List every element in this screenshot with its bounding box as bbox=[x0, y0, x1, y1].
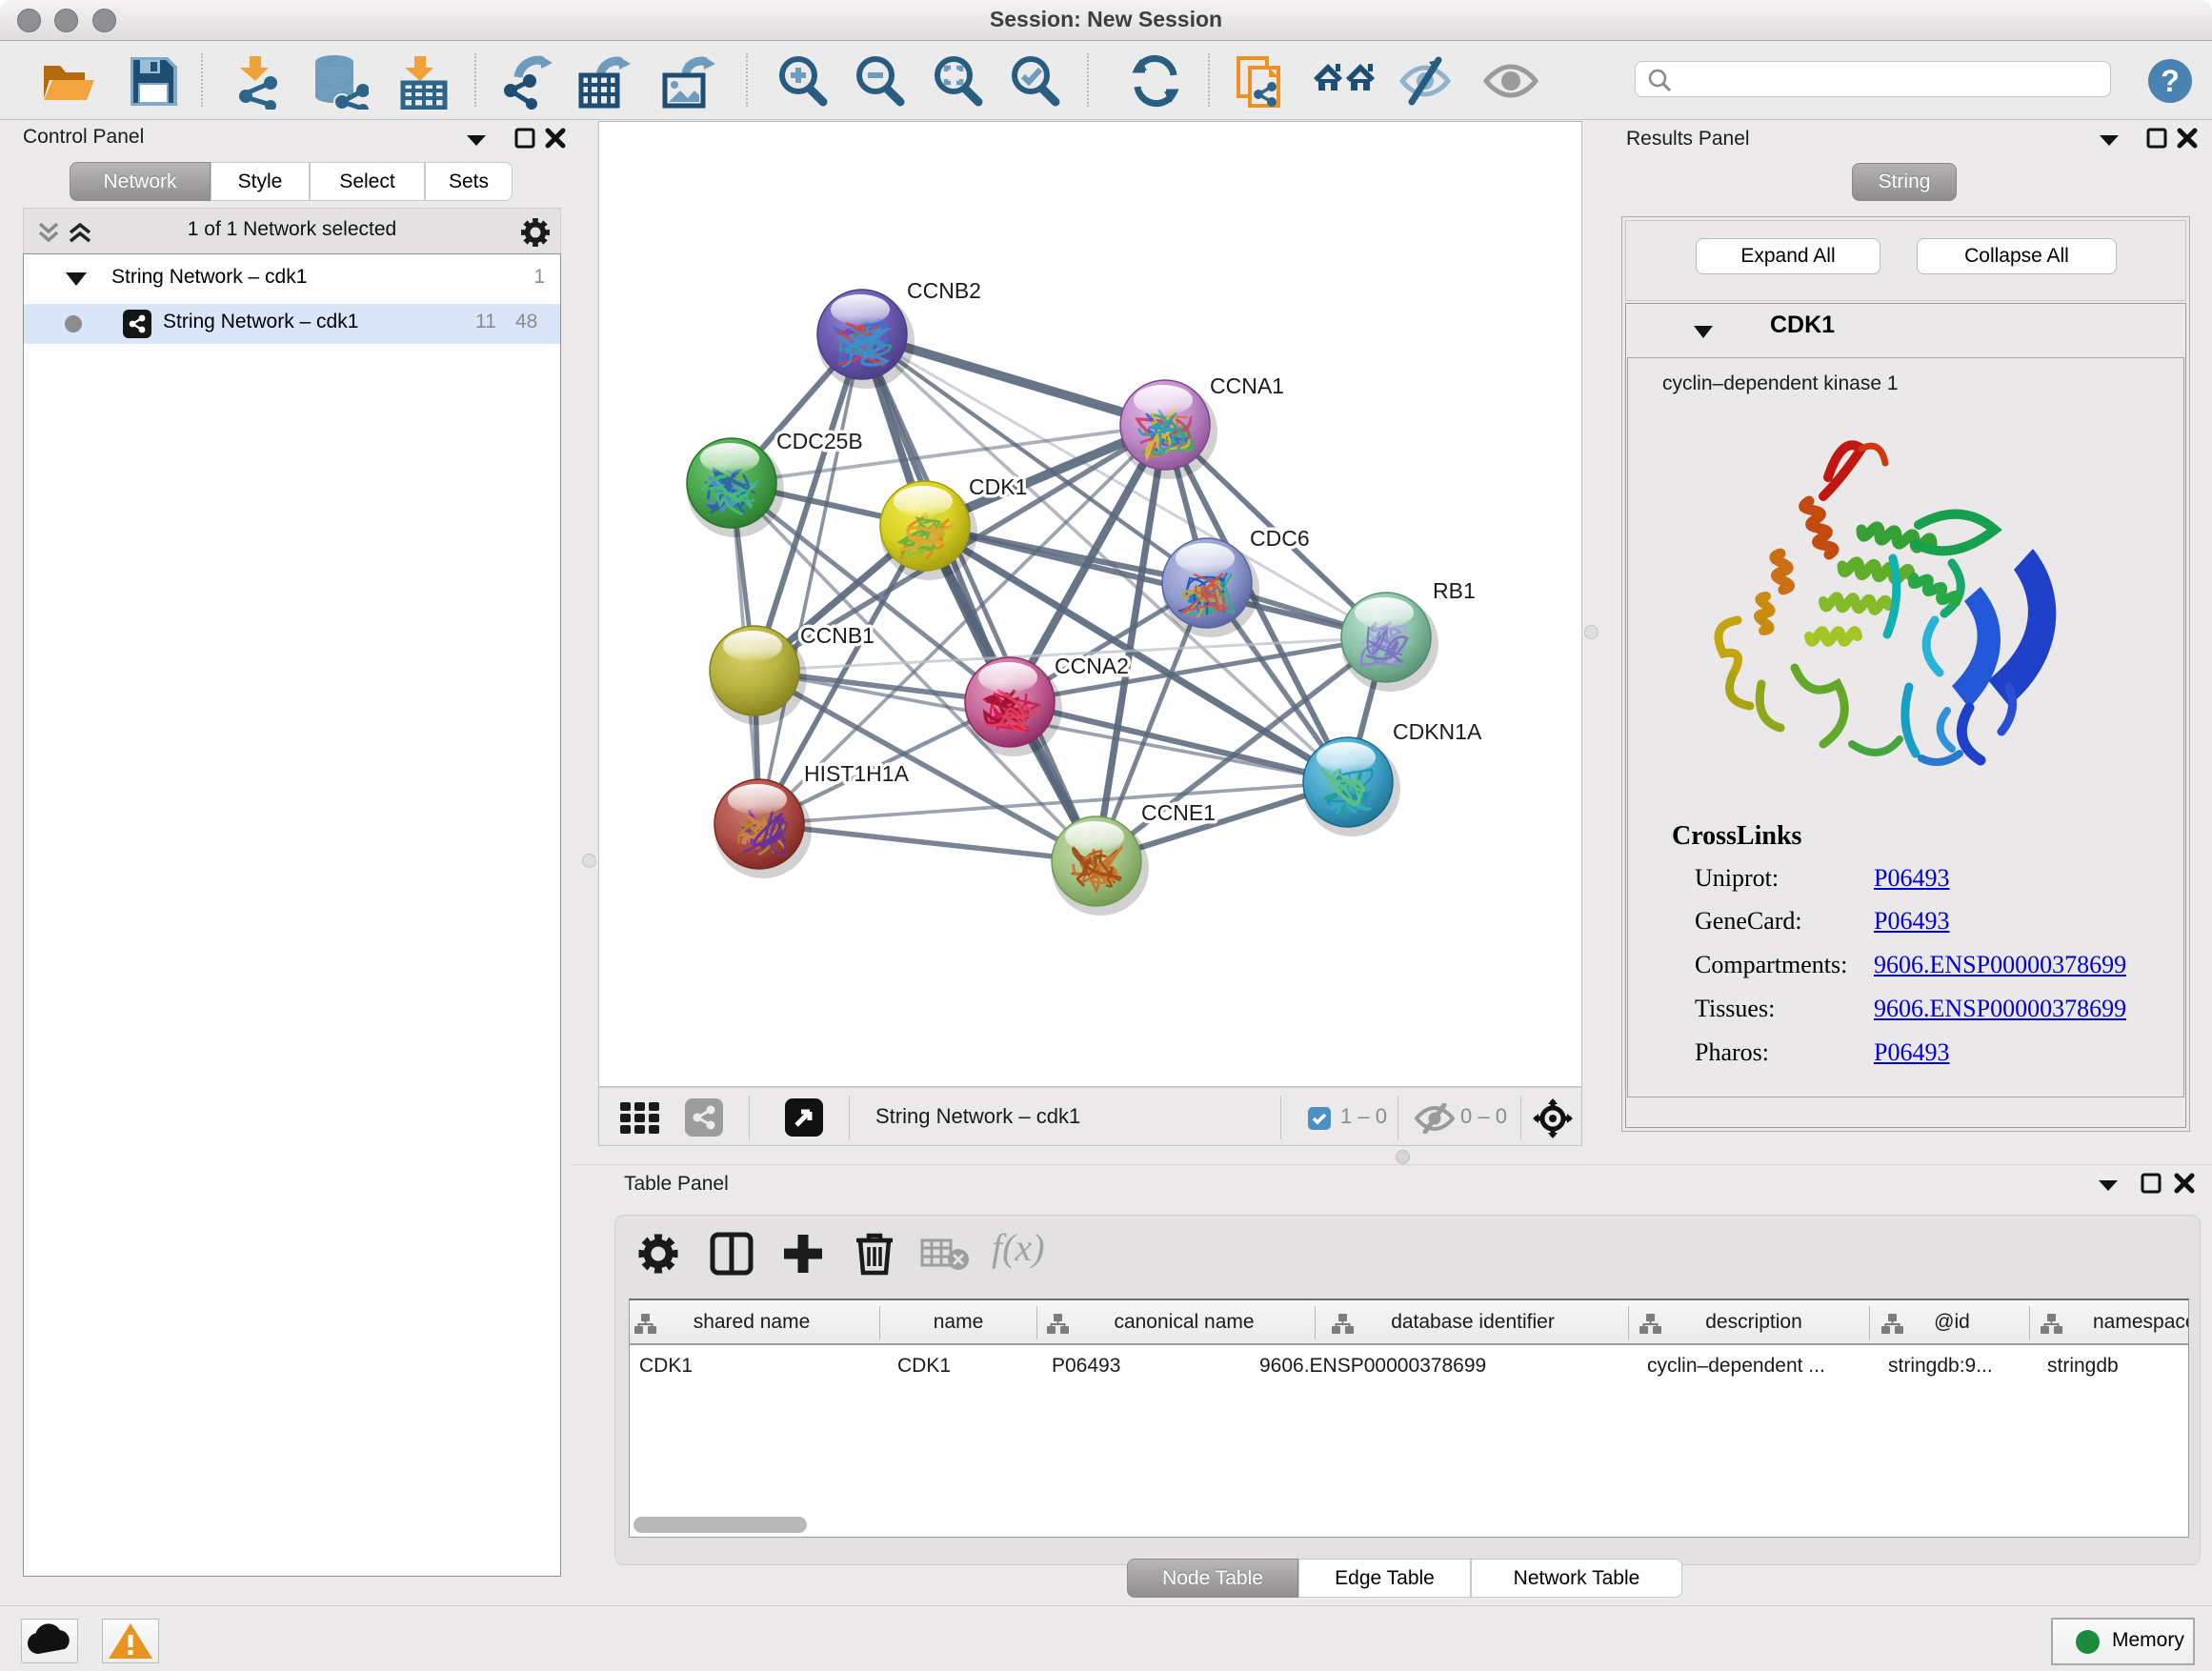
svg-text:CCNB2: CCNB2 bbox=[907, 278, 981, 303]
svg-text:CDK1: CDK1 bbox=[969, 474, 1027, 499]
svg-text:CCNA1: CCNA1 bbox=[1210, 373, 1284, 398]
svg-text:CCNA2: CCNA2 bbox=[1055, 654, 1129, 678]
svg-text:CCNE1: CCNE1 bbox=[1141, 800, 1216, 825]
svg-text:CDKN1A: CDKN1A bbox=[1393, 719, 1482, 744]
svg-text:HIST1H1A: HIST1H1A bbox=[804, 761, 910, 786]
svg-text:CDC6: CDC6 bbox=[1250, 526, 1310, 551]
svg-text:RB1: RB1 bbox=[1433, 578, 1476, 603]
svg-text:?: ? bbox=[2161, 64, 2180, 98]
svg-text:CCNB1: CCNB1 bbox=[800, 623, 875, 648]
svg-text:CDC25B: CDC25B bbox=[776, 429, 863, 453]
